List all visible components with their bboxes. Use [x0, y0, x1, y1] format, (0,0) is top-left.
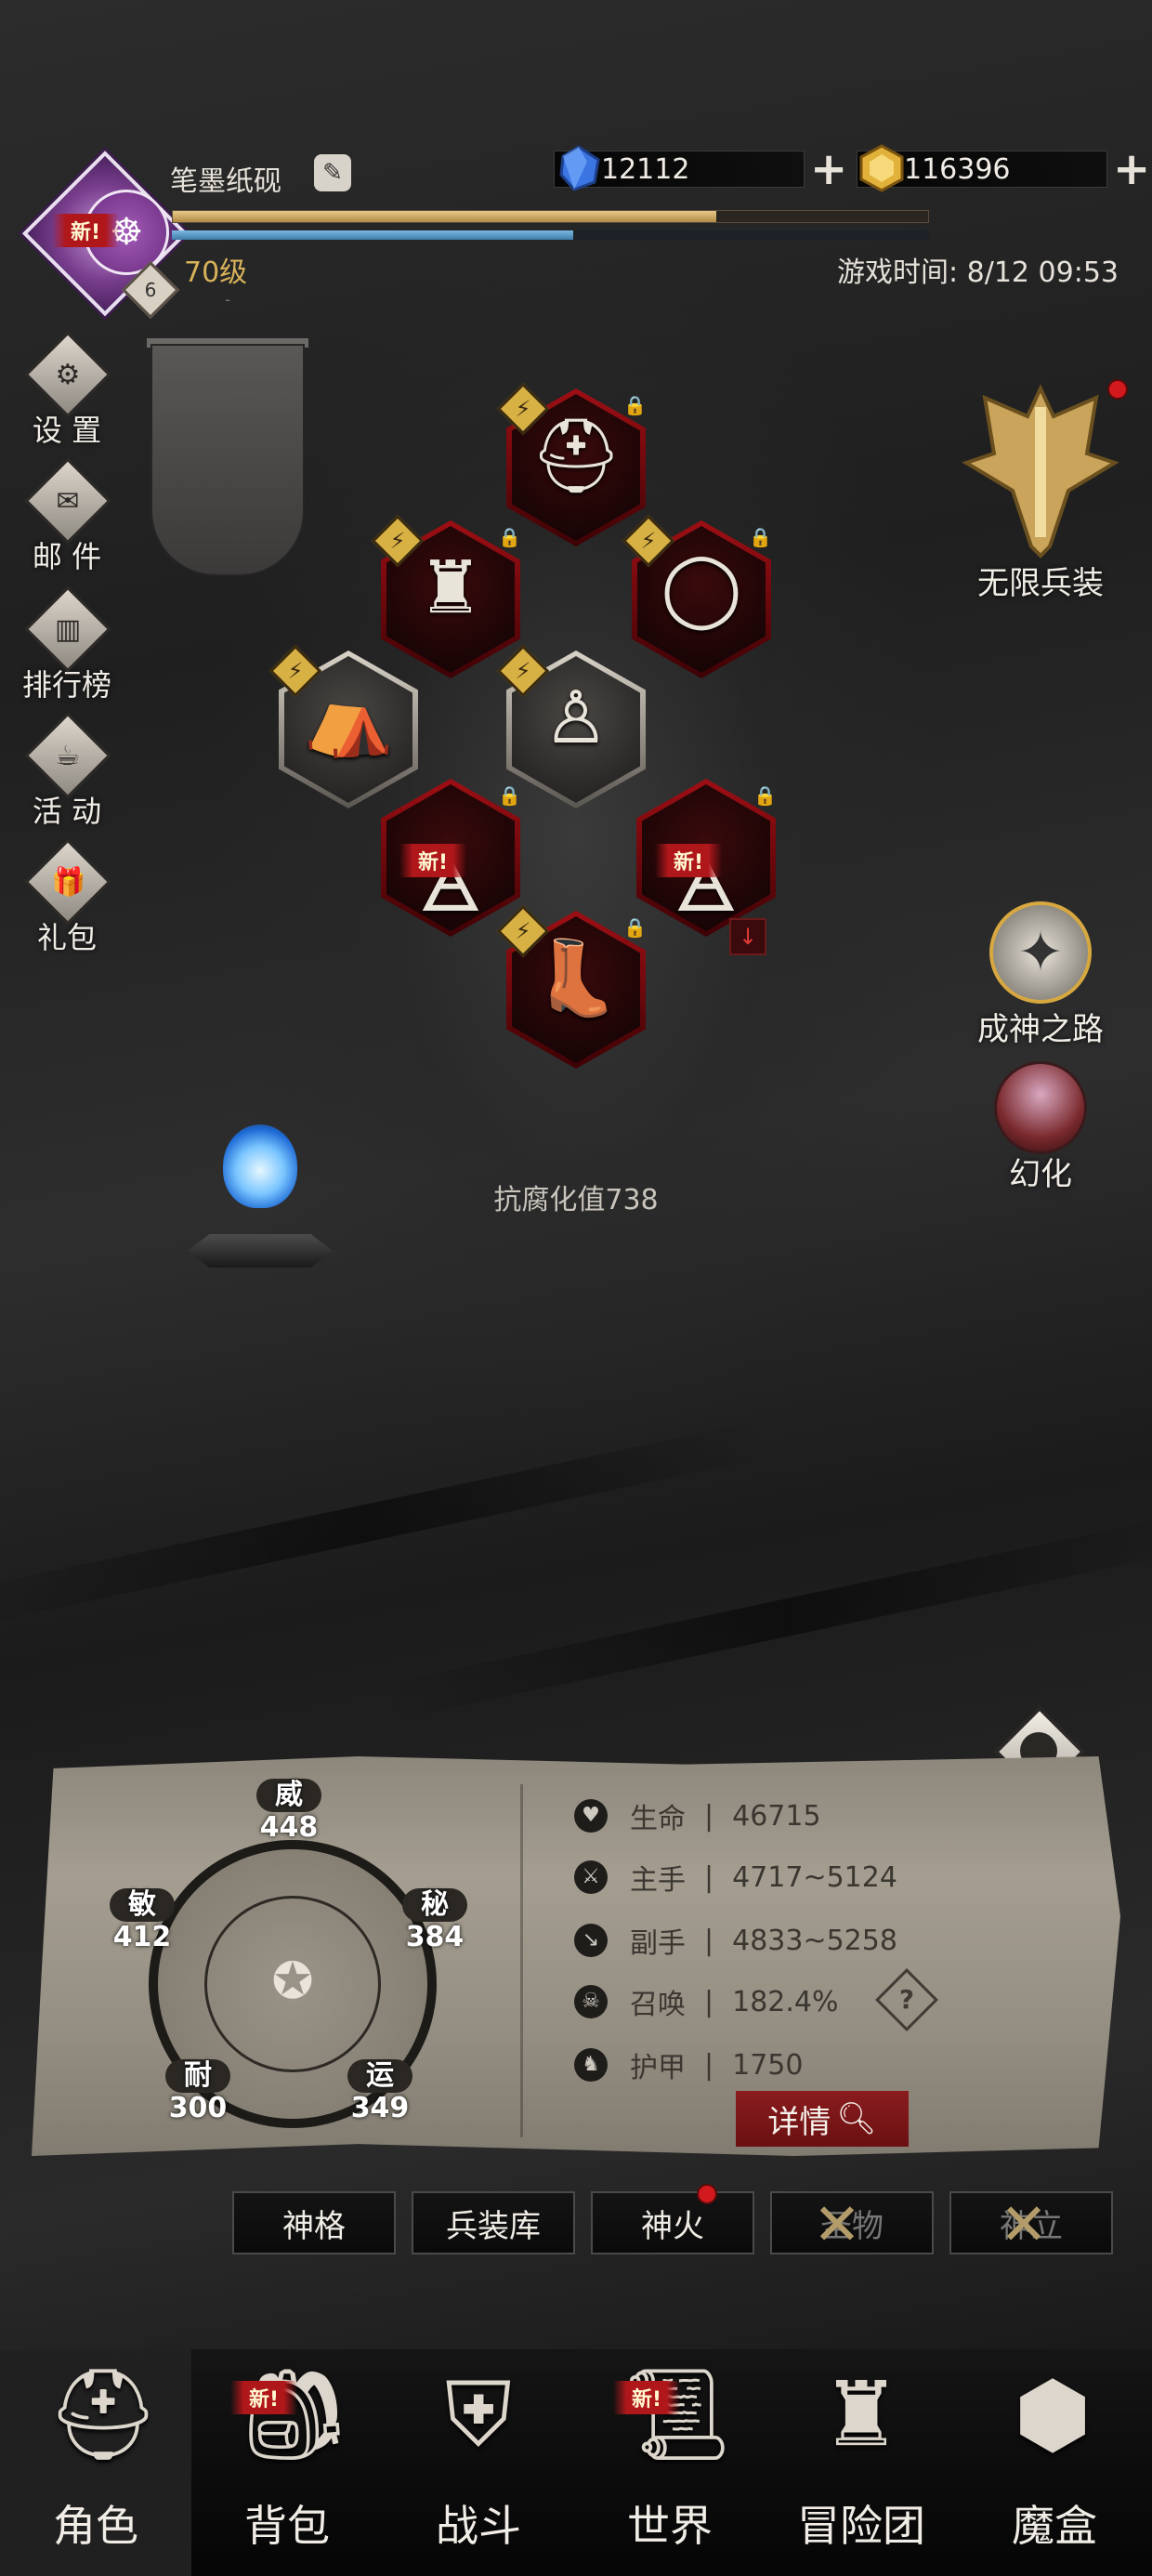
magnifier-icon: 🔍︎: [836, 2100, 877, 2137]
gold-coin-icon: [859, 144, 904, 192]
notification-dot: [697, 2184, 717, 2204]
player-level: 70级: [184, 256, 248, 289]
new-badge: 新!: [655, 844, 723, 877]
blue-gem-currency: 12112 +: [554, 145, 847, 191]
nav-adventure-group[interactable]: ♜ 冒险团: [766, 2349, 957, 2576]
secondary-bar: [172, 230, 929, 240]
sword-icon: ⚔: [574, 1860, 608, 1894]
event-icon: ☕: [20, 712, 113, 807]
shield-sword-icon: ⛨: [445, 2362, 512, 2466]
lock-icon: 🔒: [749, 526, 772, 548]
downgrade-indicator-icon: ↓: [729, 918, 766, 955]
backpack-icon: 🎒︎: [238, 2362, 351, 2466]
nav-world[interactable]: 📜︎ 新! 世界: [574, 2349, 766, 2576]
attribute-nai: 耐 300: [156, 2059, 240, 2124]
tab-divine-fire[interactable]: 神火: [591, 2184, 754, 2254]
gift-button[interactable]: 🎁 礼包: [9, 838, 124, 957]
equip-slot-chest[interactable]: ♙ ⚡: [496, 644, 646, 808]
equip-slot-boots[interactable]: 👢 ⚡ 🔒: [496, 904, 647, 1069]
add-blue-gem-button[interactable]: +: [810, 147, 847, 191]
player-name: 笔墨纸砚: [170, 165, 281, 198]
nav-magic-box[interactable]: ⬢ 魔盒: [957, 2349, 1152, 2576]
stat-armor: ♞ 护甲 | 1750: [574, 2044, 803, 2085]
settings-button[interactable]: ⚙ 设 置: [9, 331, 124, 450]
angel-crown-icon: ✦: [989, 901, 1092, 1004]
offhand-icon: ↘: [574, 1924, 608, 1957]
tab-divinity[interactable]: 神格: [232, 2191, 396, 2254]
edit-name-icon[interactable]: ✎: [314, 154, 351, 191]
equip-slot-offhand[interactable]: 🜁 新! 🔒 ↓: [636, 779, 777, 955]
stat-hp: ♥ 生命 | 46715: [574, 1795, 821, 1836]
equip-slot-helmet[interactable]: ⛑ ⚡ 🔒: [496, 382, 647, 546]
cube-icon: ⬢: [1014, 2362, 1092, 2466]
armor-icon: ♞: [574, 2048, 608, 2082]
attribute-wei: 威 448: [247, 1779, 331, 1844]
blue-soul-flame[interactable]: [186, 1059, 334, 1268]
new-badge: 新!: [613, 2381, 681, 2414]
experience-bar: [172, 210, 929, 223]
equip-slot-ring[interactable]: ◯ ⚡ 🔒: [622, 514, 772, 678]
locked-chains-icon: ✕: [813, 2190, 861, 2258]
locked-chains-icon: ✕: [1000, 2190, 1048, 2258]
path-to-god-button[interactable]: ✦ 成神之路: [957, 901, 1124, 1049]
summon-icon: ☠: [574, 1985, 608, 2018]
details-button[interactable]: 详情 🔍︎: [736, 2091, 909, 2147]
gift-icon: 🎁: [20, 838, 113, 933]
event-button[interactable]: ☕ 活 动: [9, 712, 124, 831]
illusion-button[interactable]: 幻化: [966, 1061, 1115, 1194]
tab-relic[interactable]: 圣物 ✕: [770, 2190, 934, 2258]
notification-dot: [1107, 379, 1128, 400]
new-badge: 新!: [399, 844, 467, 877]
nav-backpack[interactable]: 🎒︎ 新! 背包: [191, 2349, 383, 2576]
castle-icon: ♜: [820, 2362, 902, 2466]
hooded-mask-icon: [994, 1061, 1087, 1154]
corrosion-resistance-value: 抗腐化值738: [493, 1184, 659, 1216]
lock-icon: 🔒: [753, 784, 777, 807]
new-badge: 新!: [230, 2381, 298, 2414]
flame-pedestal: [188, 1234, 333, 1268]
nav-character[interactable]: ⛑ 角色: [0, 2349, 191, 2576]
tab-shenli[interactable]: 神立 ✕: [949, 2190, 1113, 2258]
infinite-arms-button[interactable]: 无限兵装: [948, 379, 1133, 603]
attribute-mi: 秘 384: [393, 1888, 477, 1953]
add-gold-coin-button[interactable]: +: [1113, 147, 1150, 191]
secondary-fill: [172, 230, 573, 240]
bottom-navigation: ⛑ 角色 🎒︎ 新! 背包 ⛨ 战斗 📜︎ 新! 世界 ♜ 冒险团 ⬢ 魔盒: [0, 2349, 1152, 2576]
gold-coin-currency: 116396 +: [857, 144, 1150, 192]
new-badge: 新!: [52, 214, 120, 247]
heart-icon: ♥: [574, 1799, 608, 1833]
mail-button[interactable]: ✉ 邮 件: [9, 457, 124, 576]
lock-icon: 🔒: [498, 526, 521, 548]
stat-summon: ☠ 召唤 | 182.4%: [574, 1981, 839, 2022]
star-pentagon-icon: ✪: [271, 1952, 314, 2010]
panel-divider: [520, 1784, 523, 2137]
gear-icon: ⚙: [20, 331, 113, 426]
scroll-map-icon: 📜︎: [621, 2362, 734, 2466]
game-time: 游戏时间: 8/12 09:53: [836, 256, 1119, 289]
equip-slot-mainhand[interactable]: 🜁 新! 🔒: [381, 779, 521, 937]
lock-icon: 🔒: [623, 394, 647, 416]
attribute-min: 敏 412: [100, 1888, 184, 1953]
lock-icon: 🔒: [623, 916, 647, 939]
attribute-yun: 运 349: [338, 2059, 422, 2124]
ranking-button[interactable]: ▥ 排行榜: [9, 585, 124, 704]
stat-mainhand: ⚔ 主手 | 4717~5124: [574, 1857, 897, 1898]
nav-battle[interactable]: ⛨ 战斗: [383, 2349, 574, 2576]
guild-banner[interactable]: [151, 344, 305, 576]
lock-icon: 🔒: [498, 784, 521, 807]
mail-icon: ✉: [20, 457, 113, 552]
helmet-icon: ⛑: [46, 2362, 160, 2466]
tab-armory[interactable]: 兵装库: [412, 2191, 575, 2254]
winged-sword-emblem-icon: [962, 384, 1119, 559]
top-header: ☸ 新! 6 笔墨纸砚 ✎ 70级 游戏时间: 8/12 09:53 12112…: [0, 0, 1152, 320]
stat-offhand: ↘ 副手 | 4833~5258: [574, 1920, 897, 1961]
ranking-icon: ▥: [20, 585, 113, 680]
blue-gem-icon: [559, 145, 600, 191]
experience-fill: [173, 211, 717, 222]
